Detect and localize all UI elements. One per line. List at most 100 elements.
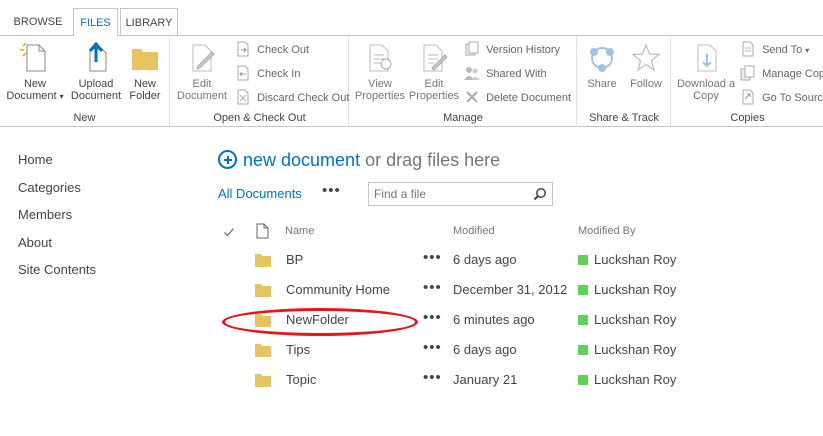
download-icon [697, 44, 717, 72]
item-modified: 6 minutes ago [453, 312, 535, 327]
go-to-source-icon [742, 89, 754, 105]
highlight-ellipse-annotation [222, 308, 418, 336]
item-menu-icon[interactable]: ••• [423, 369, 442, 386]
check-in-button[interactable]: Check In [235, 65, 300, 83]
column-header-name[interactable]: Name [285, 225, 314, 237]
item-menu-icon[interactable]: ••• [423, 339, 442, 356]
search-icon[interactable] [533, 187, 547, 201]
discard-check-out-button[interactable]: Discard Check Out [235, 89, 349, 107]
add-circle-icon[interactable] [218, 150, 237, 169]
star-icon [631, 43, 661, 72]
edit-properties-label-2: Properties [408, 90, 460, 102]
new-document-button[interactable]: New Document ▾ [4, 42, 66, 103]
table-row[interactable]: Tips ••• 6 days ago Luckshan Roy [220, 336, 820, 366]
chevron-down-icon: ▾ [805, 46, 810, 55]
table-row[interactable]: Topic ••• January 21 Luckshan Roy [220, 366, 820, 396]
drag-files-hint: or drag files here [365, 150, 501, 170]
ribbon-group-share-track: Share Follow Share & Track [578, 36, 671, 127]
group-label-copies: Copies [730, 112, 765, 124]
item-name-link[interactable]: Topic [286, 372, 316, 387]
presence-indicator [578, 315, 588, 325]
ribbon-group-manage: View Properties Edit Properties Version … [350, 36, 577, 127]
version-history-button[interactable]: Version History [464, 41, 560, 59]
edit-properties-button[interactable]: Edit Properties [406, 42, 462, 102]
find-file-search-box[interactable]: Find a file [368, 182, 553, 206]
item-menu-icon[interactable]: ••• [423, 309, 442, 326]
folder-icon [255, 254, 271, 267]
view-all-documents[interactable]: All Documents [218, 186, 302, 201]
item-modified-by[interactable]: Luckshan Roy [594, 312, 676, 327]
group-label-new: New [73, 112, 96, 124]
nav-item-home[interactable]: Home [18, 150, 96, 178]
upload-document-label-1: Upload [78, 78, 114, 90]
manage-copies-button[interactable]: Manage Copies [740, 65, 823, 83]
item-menu-icon[interactable]: ••• [423, 279, 442, 296]
delete-document-button[interactable]: Delete Document [464, 89, 571, 107]
folder-icon [255, 284, 271, 297]
item-name-link[interactable]: Community Home [286, 282, 390, 297]
table-row[interactable]: BP ••• 6 days ago Luckshan Roy [220, 246, 820, 276]
share-button[interactable]: Share [582, 42, 622, 90]
item-modified-by[interactable]: Luckshan Roy [594, 342, 676, 357]
nav-item-about[interactable]: About [18, 233, 96, 261]
item-menu-icon[interactable]: ••• [423, 249, 442, 266]
view-properties-label-2: Properties [354, 90, 406, 102]
tab-library[interactable]: LIBRARY [120, 8, 178, 36]
discard-check-out-label: Discard Check Out [257, 92, 350, 104]
presence-indicator [578, 345, 588, 355]
new-document-label-2: Document ▾ [6, 90, 64, 102]
search-input[interactable]: Find a file [374, 187, 426, 201]
version-history-icon [465, 41, 479, 56]
check-in-icon [237, 65, 249, 81]
edit-document-button[interactable]: Edit Document [175, 42, 229, 102]
follow-label: Follow [630, 78, 662, 90]
item-name-link[interactable]: BP [286, 252, 303, 267]
edit-document-icon [192, 44, 215, 72]
table-row[interactable]: Community Home ••• December 31, 2012 Luc… [220, 276, 820, 306]
nav-item-members[interactable]: Members [18, 205, 96, 233]
check-out-icon [237, 41, 249, 57]
tab-files[interactable]: FILES [73, 8, 118, 37]
select-all-checkmark-icon[interactable] [223, 226, 235, 238]
edit-properties-icon [423, 44, 448, 72]
follow-button[interactable]: Follow [626, 42, 666, 90]
new-document-link[interactable]: new document [243, 150, 360, 170]
upload-document-button[interactable]: Upload Document [68, 42, 124, 102]
edit-properties-label-1: Edit [424, 78, 444, 90]
shared-with-label: Shared With [486, 68, 547, 80]
item-name-link[interactable]: Tips [286, 342, 310, 357]
item-modified: 6 days ago [453, 342, 517, 357]
view-properties-label-1: View [368, 78, 392, 90]
group-label-manage: Manage [443, 112, 483, 124]
new-document-bar: new document or drag files here [218, 150, 500, 171]
ribbon-group-open-check-out: Edit Document Check Out Check In Discard… [171, 36, 349, 127]
send-to-button[interactable]: Send To ▾ [740, 41, 809, 59]
item-modified-by[interactable]: Luckshan Roy [594, 252, 676, 267]
presence-indicator [578, 375, 588, 385]
item-modified-by[interactable]: Luckshan Roy [594, 372, 676, 387]
item-modified: January 21 [453, 372, 518, 387]
folder-icon [255, 344, 271, 357]
discard-check-out-icon [237, 89, 249, 105]
shared-with-button[interactable]: Shared With [464, 65, 547, 83]
check-out-button[interactable]: Check Out [235, 41, 309, 59]
nav-item-site-contents[interactable]: Site Contents [18, 260, 96, 288]
document-type-icon [256, 223, 269, 239]
view-more-options-icon[interactable]: ••• [322, 182, 341, 199]
share-icon [590, 47, 614, 72]
new-folder-button[interactable]: New Folder [124, 42, 166, 102]
column-header-modified[interactable]: Modified [453, 225, 495, 237]
edit-document-label-1: Edit [192, 78, 212, 90]
tab-browse[interactable]: BROWSE [6, 8, 70, 36]
download-copy-button[interactable]: Download a Copy [674, 42, 738, 102]
new-document-icon [20, 42, 46, 72]
view-properties-button[interactable]: View Properties [352, 42, 408, 102]
column-header-modified-by[interactable]: Modified By [578, 225, 635, 237]
view-properties-icon [369, 44, 392, 72]
send-to-label: Send To [762, 44, 803, 56]
nav-item-categories[interactable]: Categories [18, 178, 96, 206]
go-to-source-button[interactable]: Go To Source [740, 89, 823, 107]
group-label-share-track: Share & Track [589, 112, 659, 124]
item-modified-by[interactable]: Luckshan Roy [594, 282, 676, 297]
ribbon-tab-bar: BROWSE FILES LIBRARY [0, 0, 823, 37]
